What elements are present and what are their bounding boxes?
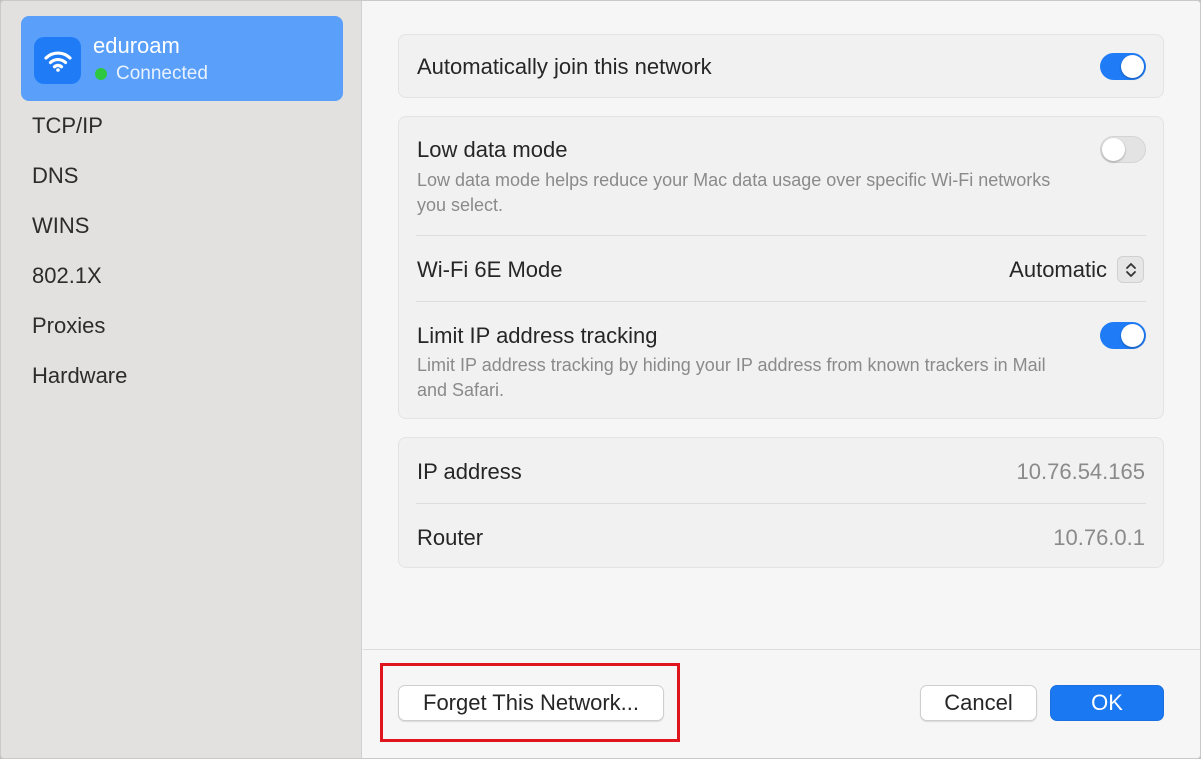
- wifi-icon: [34, 37, 81, 84]
- chevron-up-down-icon[interactable]: [1117, 256, 1144, 283]
- cancel-button[interactable]: Cancel: [920, 685, 1037, 721]
- auto-join-label: Automatically join this network: [417, 54, 712, 79]
- connected-dot-icon: [95, 68, 107, 80]
- low-data-mode-description: Low data mode helps reduce your Mac data…: [417, 170, 1051, 215]
- wifi6e-label: Wi-Fi 6E Mode: [417, 257, 563, 282]
- options-group: Low data mode Low data mode helps reduce…: [398, 116, 1164, 419]
- sidebar-item-dns[interactable]: DNS: [32, 163, 78, 189]
- sidebar-network-item[interactable]: eduroam Connected: [21, 16, 343, 101]
- sidebar-item-proxies[interactable]: Proxies: [32, 313, 105, 339]
- limit-ip-label: Limit IP address tracking: [417, 323, 658, 348]
- sidebar-item-tcpip[interactable]: TCP/IP: [32, 113, 103, 139]
- ip-address-value: 10.76.54.165: [1016, 459, 1145, 484]
- router-value: 10.76.0.1: [1053, 525, 1145, 550]
- divider: [416, 301, 1146, 302]
- sidebar: eduroam Connected TCP/IP DNS WINS 802.1X…: [1, 1, 362, 758]
- toggle-knob: [1121, 324, 1144, 347]
- network-status: Connected: [95, 63, 208, 85]
- ok-button[interactable]: OK: [1050, 685, 1164, 721]
- low-data-mode-toggle[interactable]: [1100, 136, 1146, 163]
- sidebar-item-8021x[interactable]: 802.1X: [32, 263, 102, 289]
- sidebar-item-hardware[interactable]: Hardware: [32, 363, 127, 389]
- divider: [416, 503, 1146, 504]
- network-details-dialog: eduroam Connected TCP/IP DNS WINS 802.1X…: [0, 0, 1201, 759]
- router-label: Router: [417, 525, 484, 550]
- ip-address-label: IP address: [417, 459, 522, 484]
- network-info-group: IP address 10.76.54.165 Router 10.76.0.1: [398, 437, 1164, 568]
- toggle-knob: [1102, 138, 1125, 161]
- sidebar-item-wins[interactable]: WINS: [32, 213, 89, 239]
- network-name: eduroam: [93, 33, 180, 58]
- limit-ip-description: Limit IP address tracking by hiding your…: [417, 355, 1046, 400]
- toggle-knob: [1121, 55, 1144, 78]
- divider: [416, 235, 1146, 236]
- network-status-label: Connected: [116, 63, 208, 84]
- wifi6e-popup-value[interactable]: Automatic: [1009, 257, 1107, 283]
- main-panel: Automatically join this network Low data…: [363, 1, 1200, 758]
- highlight-annotation-box: [380, 663, 680, 742]
- low-data-mode-label: Low data mode: [417, 137, 568, 162]
- limit-ip-toggle[interactable]: [1100, 322, 1146, 349]
- auto-join-group: Automatically join this network: [398, 34, 1164, 98]
- auto-join-toggle[interactable]: [1100, 53, 1146, 80]
- footer-divider: [363, 649, 1200, 650]
